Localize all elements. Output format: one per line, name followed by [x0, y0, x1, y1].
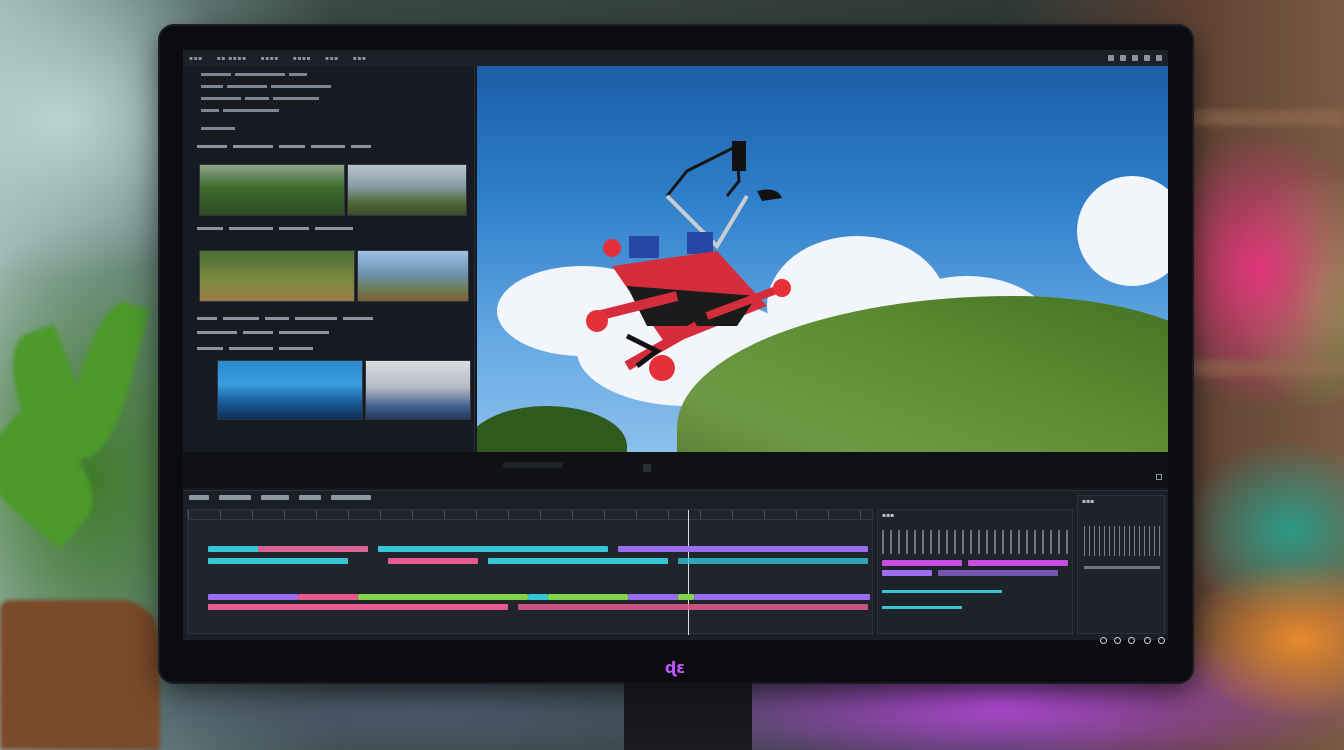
video-clip[interactable] — [618, 546, 868, 552]
playhead[interactable] — [688, 510, 689, 635]
menu-item[interactable]: ▪▪▪ — [353, 55, 367, 62]
plant-pot — [0, 600, 160, 750]
audio-clip[interactable] — [518, 604, 868, 610]
program-viewer[interactable] — [477, 66, 1168, 452]
property-row[interactable] — [201, 108, 283, 114]
effect-clip[interactable] — [938, 570, 1058, 576]
settings-icon[interactable] — [1108, 55, 1114, 61]
mixer-fader[interactable] — [882, 606, 962, 609]
audio-clip[interactable] — [208, 594, 298, 600]
audio-clip[interactable] — [694, 594, 870, 600]
window-controls — [1108, 55, 1162, 61]
menu-item[interactable]: ▪▪▪ — [325, 55, 339, 62]
audio-clip[interactable] — [528, 594, 548, 600]
brand-logo: ɖɛ — [664, 658, 686, 677]
video-clip[interactable] — [488, 558, 668, 564]
sync-icon[interactable] — [1114, 637, 1121, 644]
record-icon[interactable] — [1100, 637, 1107, 644]
video-clip[interactable] — [678, 558, 868, 564]
clip-group-header[interactable] — [197, 314, 467, 322]
clip-group-header[interactable] — [197, 344, 467, 352]
bright-sky-thumb[interactable] — [365, 360, 471, 420]
property-row[interactable] — [201, 126, 239, 132]
menu-item[interactable]: ▪▪▪▪ — [293, 55, 311, 62]
effect-clip[interactable] — [968, 560, 1068, 566]
timeline-tracks[interactable] — [187, 509, 874, 635]
power-icon[interactable] — [1144, 637, 1151, 644]
link-tool-icon[interactable] — [331, 495, 371, 500]
property-row[interactable] — [201, 96, 323, 102]
video-editor-screen: ▪▪▪ ▪▪ ▪▪▪▪ ▪▪▪▪ ▪▪▪▪ ▪▪▪ ▪▪▪ ▪▪▪ ▪▪▪ — [183, 50, 1168, 640]
drone — [586, 141, 791, 381]
property-row[interactable] — [201, 84, 335, 90]
menu-bar: ▪▪▪ ▪▪ ▪▪▪▪ ▪▪▪▪ ▪▪▪▪ ▪▪▪ ▪▪▪ — [183, 50, 1168, 66]
blue-sky-thumb[interactable] — [217, 360, 363, 420]
razor-tool-icon[interactable] — [219, 495, 251, 500]
minimize-icon[interactable] — [1132, 55, 1138, 61]
menu-item[interactable]: ▪▪ ▪▪▪▪ — [217, 55, 247, 62]
audio-clip[interactable] — [678, 594, 694, 600]
video-clip[interactable] — [378, 546, 608, 552]
timeline-toolbar — [189, 495, 371, 500]
audio-mixer-panel[interactable]: ▪▪▪ — [877, 509, 1073, 634]
bookshelf — [1184, 360, 1344, 376]
video-clip[interactable] — [388, 558, 478, 564]
scopes-panel[interactable]: ▪▪▪ — [1077, 495, 1165, 634]
mixer-header: ▪▪▪ — [882, 512, 895, 519]
menu-item[interactable]: ▪▪▪ — [189, 55, 203, 62]
mixer-meter — [882, 530, 1068, 554]
snap-tool-icon[interactable] — [299, 495, 321, 500]
field-sky-thumb[interactable] — [347, 164, 467, 216]
maximize-icon[interactable] — [1144, 55, 1150, 61]
forest-hill-thumb[interactable] — [199, 164, 345, 216]
property-row[interactable] — [201, 72, 311, 78]
scopes-header: ▪▪▪ — [1082, 498, 1095, 505]
video-clip[interactable] — [208, 558, 348, 564]
clip-group-header[interactable] — [197, 224, 467, 232]
mixer-fader[interactable] — [882, 590, 1002, 593]
audio-clip[interactable] — [208, 604, 508, 610]
effect-clip[interactable] — [882, 560, 962, 566]
expand-icon[interactable] — [1156, 474, 1162, 480]
menu-icon[interactable] — [1158, 637, 1165, 644]
audio-clip[interactable] — [628, 594, 678, 600]
level-meter — [1084, 566, 1160, 569]
transport-bar — [183, 452, 1168, 488]
play-icon[interactable] — [643, 464, 651, 472]
tree-line — [477, 406, 627, 452]
monitor-stand — [624, 682, 752, 750]
video-clip[interactable] — [258, 546, 368, 552]
cloud — [1077, 176, 1168, 286]
media-browser-panel — [183, 66, 475, 452]
timecode — [503, 462, 563, 468]
ripple-tool-icon[interactable] — [261, 495, 289, 500]
landscape-thumb[interactable] — [357, 250, 469, 302]
bookshelf — [1184, 110, 1344, 126]
audio-clip[interactable] — [298, 594, 358, 600]
clip-group-header[interactable] — [197, 142, 467, 150]
menu-item[interactable]: ▪▪▪▪ — [261, 55, 279, 62]
timeline-ruler[interactable] — [188, 510, 874, 520]
audio-clip[interactable] — [358, 594, 528, 600]
clip-group-header[interactable] — [197, 328, 467, 336]
drone-ground-thumb[interactable] — [199, 250, 355, 302]
user-icon[interactable] — [1120, 55, 1126, 61]
camera-icon[interactable] — [1128, 637, 1135, 644]
audio-clip[interactable] — [548, 594, 628, 600]
timeline-panel: ▪▪▪ ▪▪▪ — [183, 490, 1168, 640]
select-tool-icon[interactable] — [189, 495, 209, 500]
close-icon[interactable] — [1156, 55, 1162, 61]
effect-clip[interactable] — [882, 570, 932, 576]
waveform-scope — [1084, 526, 1160, 556]
